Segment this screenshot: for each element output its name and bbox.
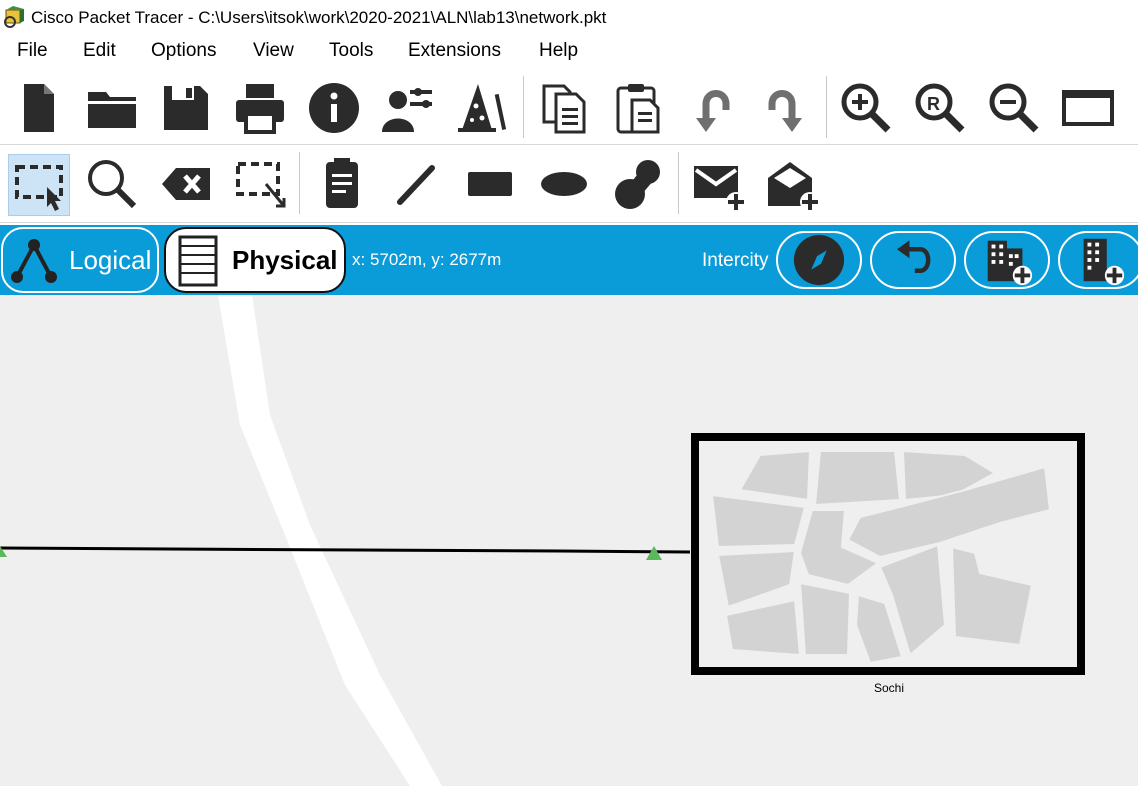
window-icon — [1062, 90, 1114, 126]
resize-icon — [236, 162, 286, 208]
user-settings-icon — [382, 88, 432, 132]
zoom-out-icon — [989, 83, 1039, 133]
add-complex-pdu-icon — [768, 162, 820, 212]
add-complex-pdu-button[interactable] — [762, 154, 822, 214]
redo-icon — [768, 90, 802, 132]
location-breadcrumb: Intercity — [702, 250, 769, 271]
zoom-in-button[interactable] — [836, 78, 896, 138]
road — [218, 295, 442, 786]
navigation-icon — [793, 234, 845, 286]
user-profile-button[interactable] — [378, 78, 438, 138]
paste-button[interactable] — [608, 78, 668, 138]
svg-text:R: R — [927, 94, 940, 114]
delete-icon — [162, 168, 210, 200]
city-label-sochi: Sochi — [874, 681, 905, 695]
new-file-button[interactable] — [8, 78, 68, 138]
ellipse-icon — [541, 172, 587, 196]
copy-icon — [542, 84, 586, 134]
draw-rectangle-button[interactable] — [460, 154, 520, 214]
new-building-icon — [1083, 238, 1125, 286]
menu-tools[interactable]: Tools — [329, 40, 373, 62]
window-title: Cisco Packet Tracer - C:\Users\itsok\wor… — [31, 8, 607, 27]
line-icon — [397, 165, 435, 205]
menu-help[interactable]: Help — [539, 40, 578, 62]
physical-workspace[interactable]: Sochi — [0, 295, 1138, 786]
menu-edit[interactable]: Edit — [83, 40, 116, 62]
drawing-palette-button[interactable] — [1058, 78, 1118, 138]
logical-topology-icon — [11, 239, 57, 283]
undo-icon — [696, 90, 730, 132]
new-city-button[interactable] — [964, 231, 1050, 289]
logical-mode-label: Logical — [69, 245, 152, 275]
place-note-button[interactable] — [312, 154, 372, 214]
menu-bar: File Edit Options View Tools Extensions … — [0, 34, 1138, 68]
back-icon — [896, 240, 931, 273]
add-simple-pdu-button[interactable] — [688, 154, 748, 214]
inspect-icon — [88, 160, 137, 209]
freeform-icon — [615, 160, 660, 209]
draw-ellipse-button[interactable] — [534, 154, 594, 214]
save-icon — [164, 86, 208, 130]
print-button[interactable] — [230, 78, 290, 138]
add-simple-pdu-icon — [694, 166, 746, 212]
toolbar-separator — [299, 152, 300, 214]
activity-wizard-info-button[interactable] — [304, 78, 364, 138]
freeform-button[interactable] — [608, 154, 668, 214]
resize-tool-button[interactable] — [230, 154, 290, 214]
menu-options[interactable]: Options — [151, 40, 216, 62]
title-bar: Cisco Packet Tracer - C:\Users\itsok\wor… — [0, 0, 1138, 34]
wizard-icon — [458, 84, 507, 132]
packet-tracer-app-icon — [4, 6, 24, 28]
workspace-mode-bar: Logical Physical x: 5702m, y: 2677m Inte… — [0, 225, 1138, 295]
open-folder-icon — [88, 92, 136, 128]
delete-tool-button[interactable] — [156, 154, 216, 214]
draw-line-button[interactable] — [386, 154, 446, 214]
undo-button[interactable] — [682, 78, 742, 138]
physical-mode-label: Physical — [232, 245, 338, 275]
zoom-in-icon — [841, 83, 891, 133]
menu-view[interactable]: View — [253, 40, 294, 62]
new-city-icon — [987, 240, 1033, 286]
select-icon — [15, 165, 63, 211]
redo-button[interactable] — [756, 78, 816, 138]
logical-mode-tab[interactable]: Logical — [1, 227, 159, 293]
toolbar-separator — [523, 76, 524, 138]
toolbar-separator — [678, 152, 679, 214]
paste-icon — [616, 84, 660, 134]
select-tool-button[interactable] — [8, 154, 70, 216]
copy-button[interactable] — [534, 78, 594, 138]
note-icon — [326, 158, 358, 208]
print-icon — [236, 84, 284, 134]
zoom-out-button[interactable] — [984, 78, 1044, 138]
new-building-button[interactable] — [1058, 231, 1138, 289]
back-button[interactable] — [870, 231, 956, 289]
physical-rack-icon — [178, 235, 218, 287]
menu-extensions[interactable]: Extensions — [408, 40, 501, 62]
zoom-reset-button[interactable]: R — [910, 78, 970, 138]
inspect-tool-button[interactable] — [82, 154, 142, 214]
tools-toolbar — [0, 146, 1138, 223]
info-icon — [309, 83, 359, 133]
menu-file[interactable]: File — [17, 40, 48, 62]
city-sochi[interactable] — [691, 433, 1085, 675]
activity-wizard-button[interactable] — [452, 78, 512, 138]
rectangle-icon — [468, 172, 512, 196]
physical-mode-tab[interactable]: Physical — [164, 227, 346, 293]
main-toolbar: R — [0, 70, 1138, 145]
toolbar-separator — [826, 76, 827, 138]
workspace-map — [0, 295, 1085, 786]
new-file-icon — [24, 84, 54, 132]
cursor-coordinates: x: 5702m, y: 2677m — [352, 250, 502, 269]
navigation-button[interactable] — [776, 231, 862, 289]
save-button[interactable] — [156, 78, 216, 138]
zoom-reset-icon: R — [915, 83, 965, 133]
cable-line — [0, 546, 691, 554]
open-button[interactable] — [82, 78, 142, 138]
